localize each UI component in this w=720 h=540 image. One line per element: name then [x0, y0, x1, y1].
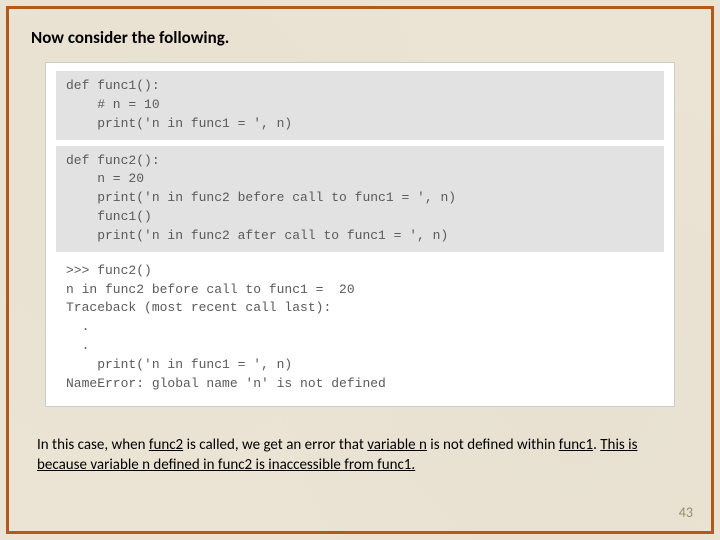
code-block-func2: def func2(): n = 20 print('n in func2 be… [56, 146, 664, 252]
code-output: >>> func2() n in func2 before call to fu… [56, 258, 664, 396]
slide-frame: Now consider the following. def func1():… [6, 6, 714, 534]
page-number: 43 [679, 504, 693, 521]
explanation-text: In this case, when func2 is called, we g… [37, 435, 683, 476]
explain-underline-func2: func2 [149, 436, 183, 454]
explain-seg-3: is not defined within [427, 436, 559, 454]
slide-heading: Now consider the following. [31, 27, 689, 48]
code-block-func1: def func1(): # n = 10 print('n in func1 … [56, 71, 664, 140]
explain-seg-2: is called, we get an error that [183, 436, 367, 454]
explain-seg-1: In this case, when [37, 436, 149, 454]
explain-underline-variable-n: variable n [367, 436, 427, 454]
code-panel: def func1(): # n = 10 print('n in func1 … [45, 62, 675, 407]
explain-underline-func1: func1 [559, 436, 593, 454]
